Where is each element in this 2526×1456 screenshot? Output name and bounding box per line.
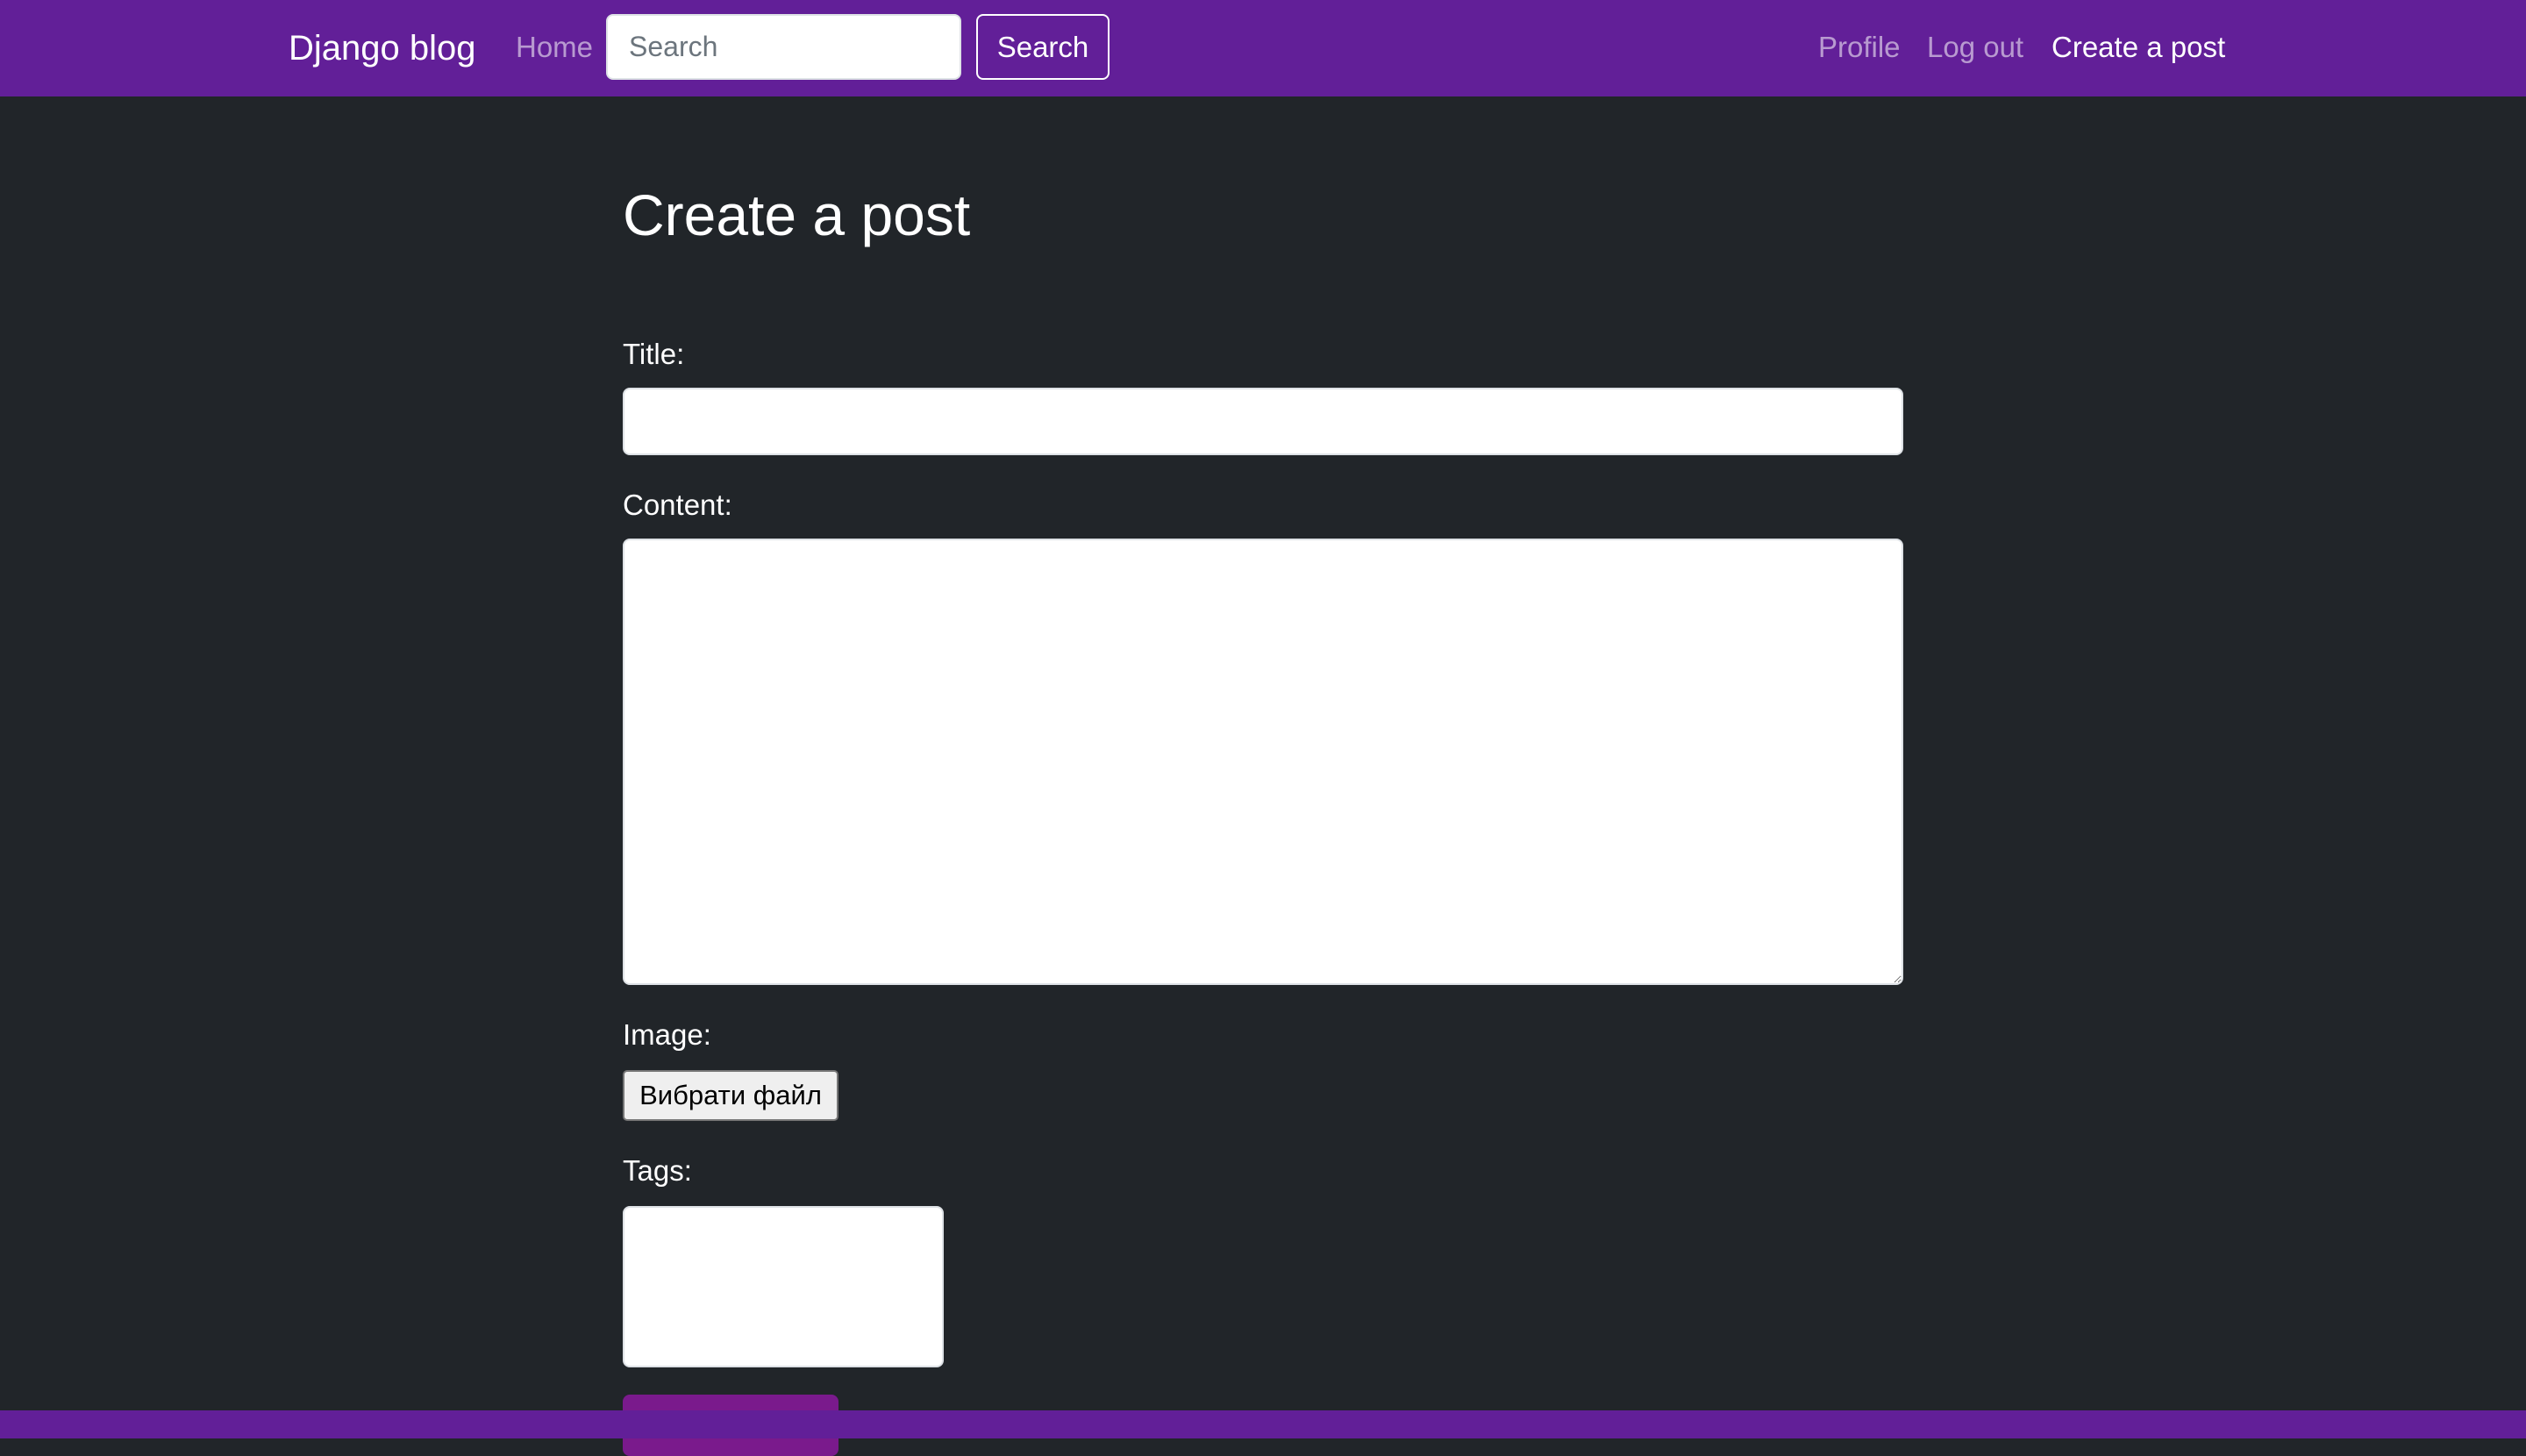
nav-home-link[interactable]: Home <box>516 28 593 67</box>
nav-create-post-link[interactable]: Create a post <box>2051 28 2225 67</box>
search-input[interactable] <box>606 14 961 80</box>
tags-multiselect[interactable] <box>623 1206 944 1367</box>
content-label: Content: <box>623 489 732 521</box>
navbar: Django blog Home Search Profile Log out … <box>0 0 2526 96</box>
footer-bar <box>0 1410 2526 1438</box>
title-label: Title: <box>623 338 685 370</box>
brand-link[interactable]: Django blog <box>289 26 476 70</box>
search-button[interactable]: Search <box>976 14 1110 80</box>
choose-file-button[interactable]: Вибрати файл <box>623 1070 838 1121</box>
tags-label: Tags: <box>623 1154 692 1187</box>
page-title: Create a post <box>623 182 971 247</box>
content-textarea[interactable] <box>623 539 1903 985</box>
nav-logout-link[interactable]: Log out <box>1927 28 2023 67</box>
title-field[interactable] <box>623 388 1903 455</box>
nav-profile-link[interactable]: Profile <box>1818 28 1901 67</box>
image-label: Image: <box>623 1018 711 1051</box>
